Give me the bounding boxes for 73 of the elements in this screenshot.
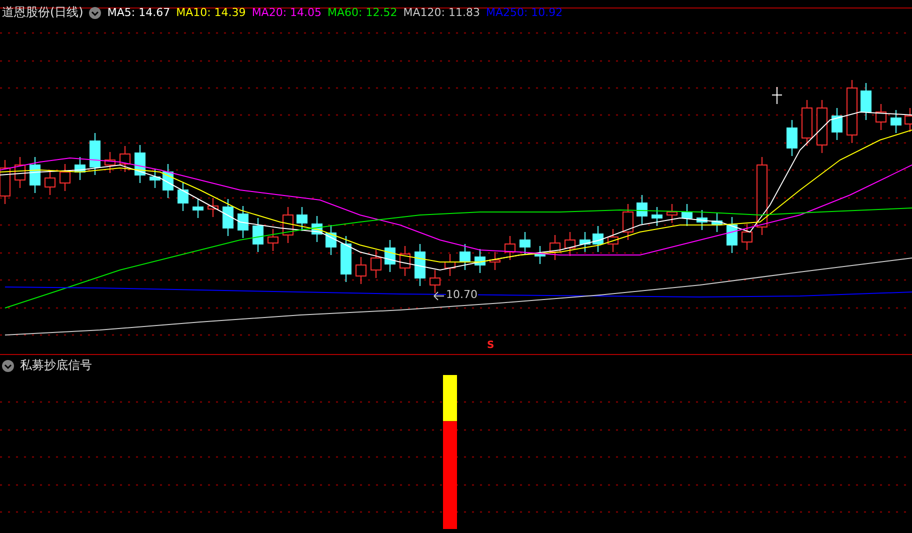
candlestick — [474, 248, 486, 274]
candlestick — [208, 198, 218, 218]
candlestick — [860, 82, 872, 120]
candlestick — [592, 226, 604, 252]
candlestick — [90, 132, 100, 176]
candlestick — [712, 212, 722, 232]
candlestick — [326, 224, 336, 256]
candlestick — [430, 270, 440, 294]
candlestick — [178, 182, 188, 212]
candlestick — [162, 164, 174, 198]
candlestick — [444, 254, 456, 276]
moving-average-legend: MA250: 10.92 — [486, 6, 563, 19]
candlestick — [580, 232, 590, 252]
candlestick — [268, 228, 278, 252]
candlestick — [520, 232, 530, 256]
candlestick — [876, 104, 886, 130]
moving-average-legend: MA5: 14.67 — [107, 6, 170, 19]
candlestick — [356, 256, 366, 284]
candlestick — [742, 224, 752, 250]
candlestick — [104, 152, 116, 174]
candlestick — [816, 100, 828, 154]
candlestick — [460, 244, 470, 270]
candlestick — [890, 110, 902, 134]
candlestick — [666, 204, 678, 224]
candlestick — [414, 244, 426, 286]
candlestick — [608, 228, 618, 252]
candlestick — [400, 246, 410, 276]
candlestick — [534, 246, 546, 264]
candlestick — [802, 100, 812, 146]
candlestick — [150, 168, 160, 188]
candlestick — [252, 218, 264, 252]
signal-marker: S — [487, 340, 494, 351]
candlestick — [312, 216, 322, 242]
candlestick — [772, 86, 782, 104]
signal-bar-top — [443, 375, 457, 422]
candlestick — [134, 144, 146, 184]
candlestick — [786, 120, 798, 156]
candlestick — [340, 236, 352, 282]
candlestick — [832, 108, 842, 140]
moving-average-legend: MA60: 12.52 — [328, 6, 398, 19]
candlestick — [44, 170, 56, 196]
candlestick — [370, 250, 382, 278]
moving-average-legend: MA20: 14.05 — [252, 6, 322, 19]
candlestick — [726, 216, 738, 254]
moving-average-legend: MA10: 14.39 — [176, 6, 246, 19]
candlestick — [696, 210, 708, 230]
candlestick — [636, 194, 648, 224]
candlestick — [682, 204, 692, 226]
candlestick — [384, 240, 396, 272]
candlestick — [296, 206, 308, 232]
moving-average-legend: MA120: 11.83 — [403, 6, 480, 19]
candlestick — [120, 146, 130, 172]
candlestick — [846, 80, 858, 144]
candlestick — [60, 164, 70, 192]
candlestick — [14, 156, 26, 188]
collapse-icon[interactable] — [89, 6, 102, 18]
low-price-label: 10.70 — [446, 289, 478, 301]
candlestick — [30, 156, 40, 194]
candlestick — [238, 206, 248, 238]
indicator-title: 私募抄底信号 — [20, 357, 92, 374]
candlestick — [504, 236, 516, 260]
collapse-icon[interactable] — [2, 360, 14, 372]
candlestick — [564, 232, 576, 256]
candlestick — [192, 198, 204, 218]
arrow-icon — [434, 292, 444, 300]
candlestick — [282, 206, 294, 244]
candlestick — [222, 198, 234, 236]
candlestick — [490, 252, 500, 270]
chart-title: 道恩股份(日线) — [2, 4, 84, 21]
candlestick — [652, 206, 662, 226]
candlestick — [550, 234, 560, 260]
candlestick — [622, 204, 634, 240]
candlestick — [74, 156, 86, 180]
